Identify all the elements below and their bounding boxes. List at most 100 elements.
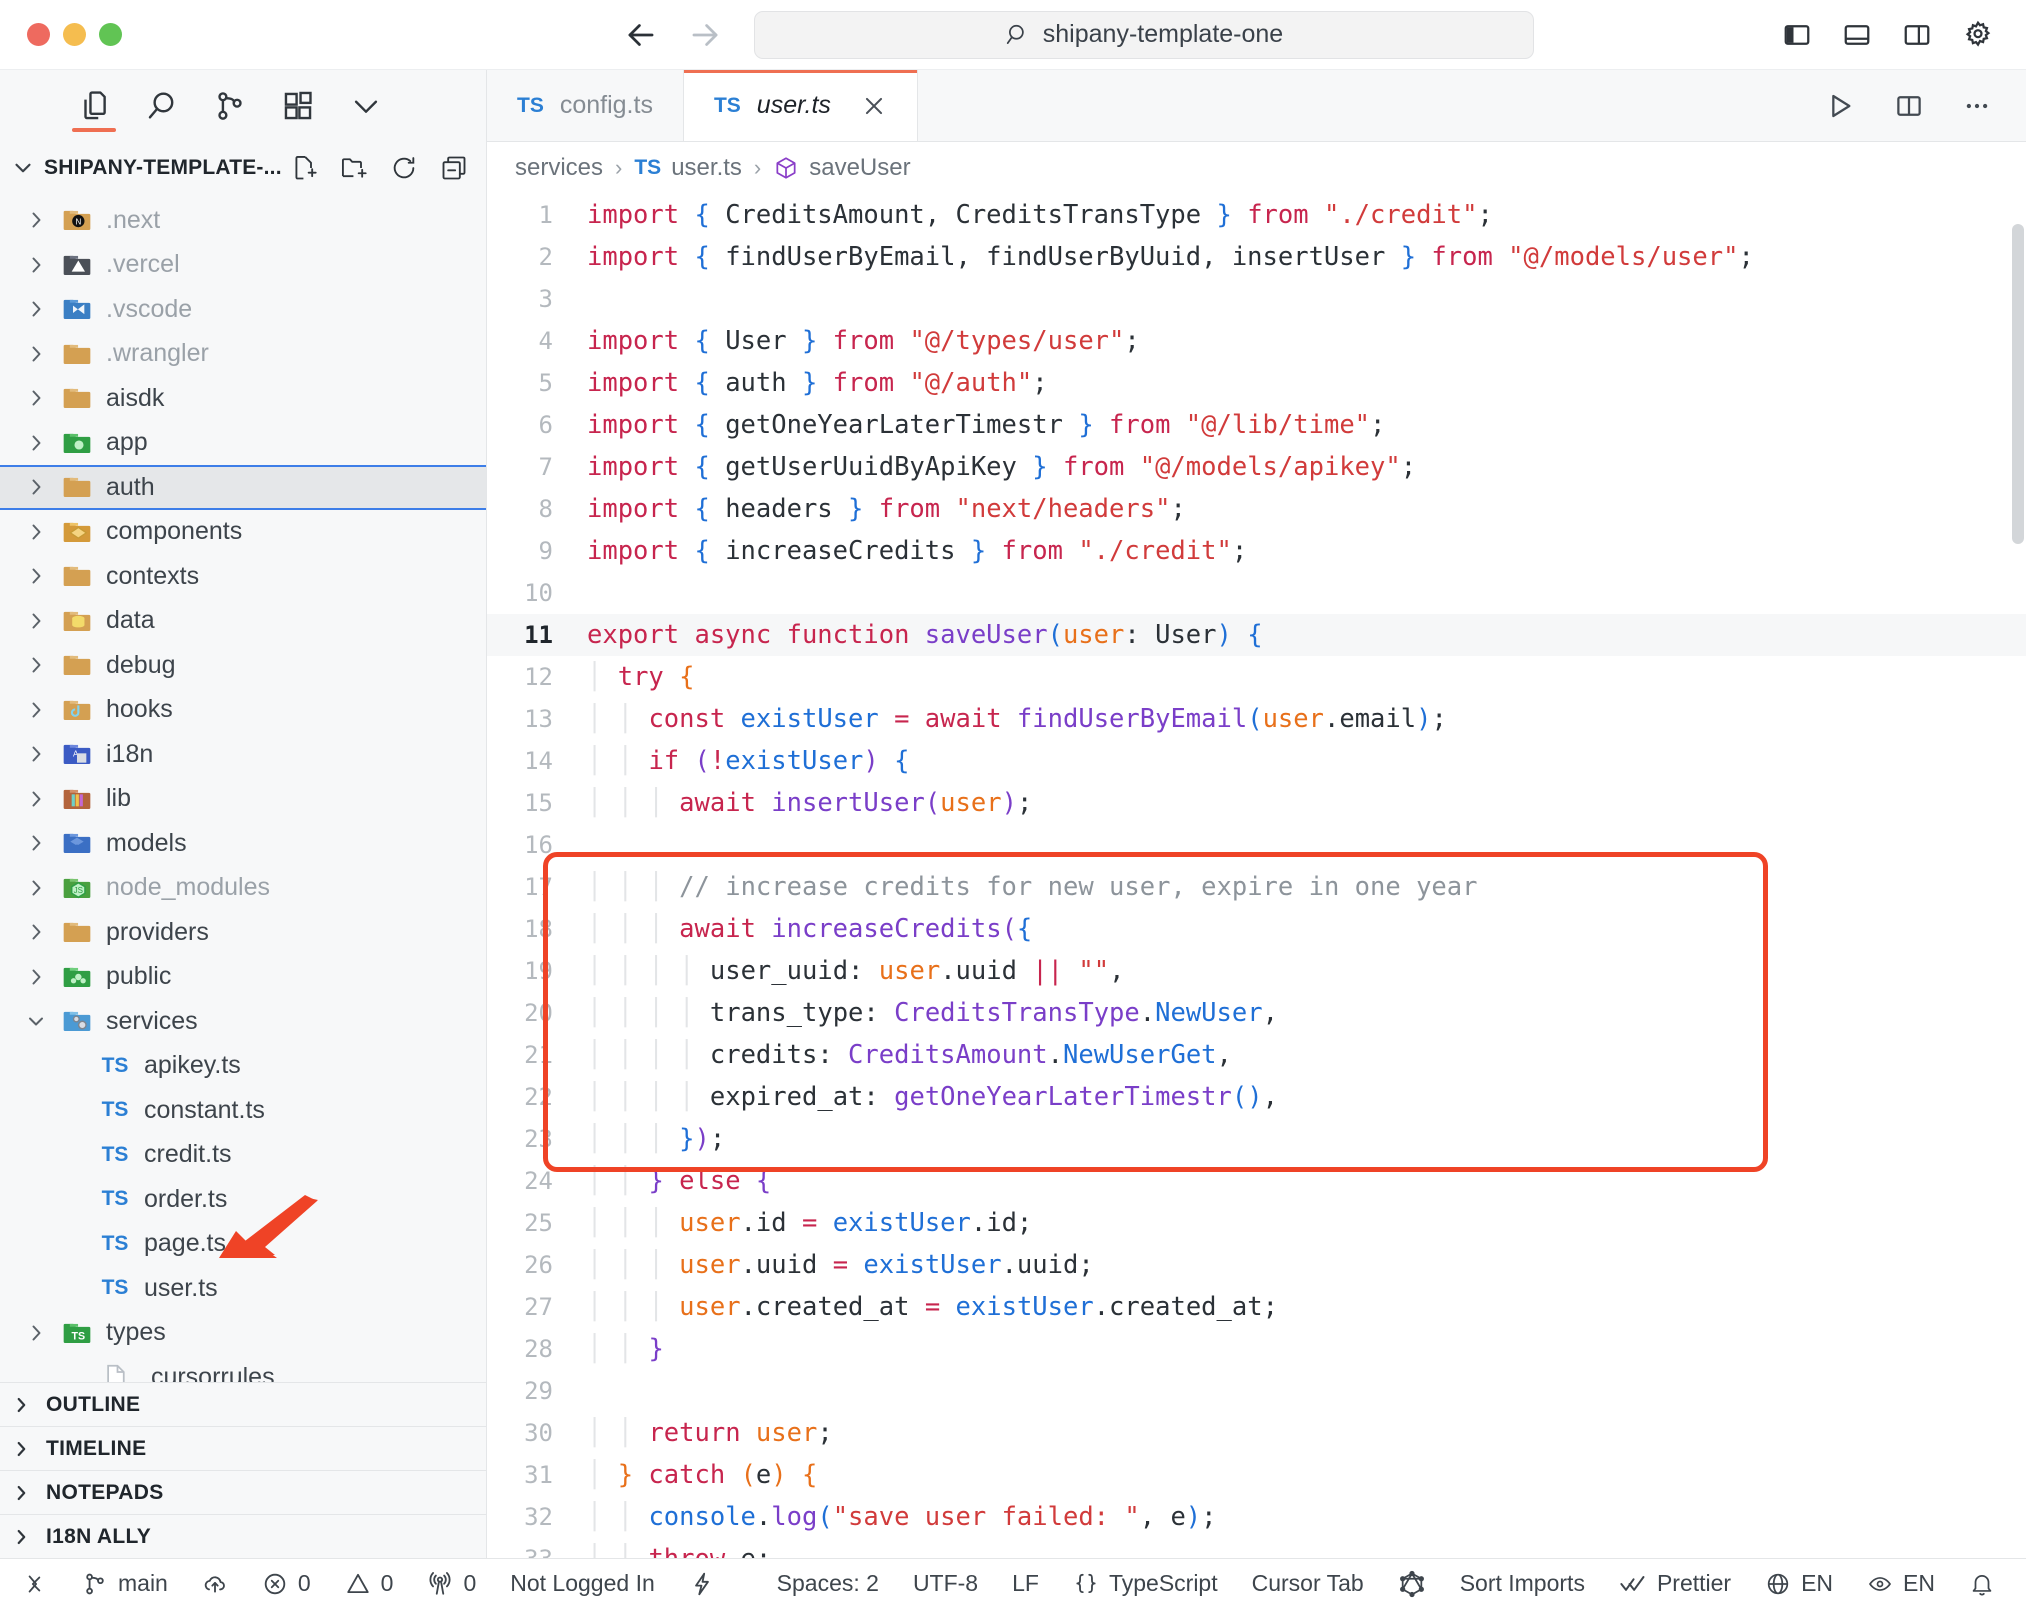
sidebar-panel-outline[interactable]: OUTLINE — [0, 1382, 486, 1426]
chevron-right-icon[interactable] — [18, 297, 54, 321]
chevron-right-icon[interactable] — [18, 342, 54, 366]
status-cursor-tab[interactable]: Cursor Tab — [1235, 1570, 1381, 1597]
code-line-28[interactable]: 28│ │ } — [487, 1328, 2026, 1370]
new-folder-icon[interactable] — [340, 154, 368, 182]
command-center[interactable]: shipany-template-one — [754, 11, 1534, 59]
chevron-down-icon[interactable] — [332, 70, 400, 142]
code-line-18[interactable]: 18│ │ │ await increaseCredits({ — [487, 908, 2026, 950]
code-line-20[interactable]: 20│ │ │ │ trans_type: CreditsTransType.N… — [487, 992, 2026, 1034]
code-line-25[interactable]: 25│ │ │ user.id = existUser.id; — [487, 1202, 2026, 1244]
code-line-12[interactable]: 12│ try { — [487, 656, 2026, 698]
tree-file-apikey-ts[interactable]: TSapikey.ts — [0, 1044, 486, 1089]
refresh-icon[interactable] — [390, 154, 418, 182]
tree-folder-i18n[interactable]: Ai18n — [0, 732, 486, 777]
search-icon[interactable] — [128, 70, 196, 142]
code-line-9[interactable]: 9import { increaseCredits } from "./cred… — [487, 530, 2026, 572]
tree-file--cursorrules[interactable]: .cursorrules — [0, 1355, 486, 1382]
tree-folder-models[interactable]: models — [0, 821, 486, 866]
chevron-right-icon[interactable] — [18, 520, 54, 544]
tree-folder-lib[interactable]: lib — [0, 777, 486, 822]
breadcrumb-item-user-ts[interactable]: TSuser.ts — [634, 154, 742, 182]
status-sync-changes[interactable] — [185, 1571, 245, 1597]
chevron-right-icon[interactable] — [18, 698, 54, 722]
code-line-26[interactable]: 26│ │ │ user.uuid = existUser.uuid; — [487, 1244, 2026, 1286]
tree-folder-hooks[interactable]: hooks — [0, 688, 486, 733]
settings-gear-icon[interactable] — [1962, 19, 1994, 51]
editor-tab-config-ts[interactable]: TSconfig.ts — [487, 70, 684, 141]
tree-folder-aisdk[interactable]: aisdk — [0, 376, 486, 421]
tree-folder--wrangler[interactable]: .wrangler — [0, 332, 486, 377]
code-line-16[interactable]: 16 — [487, 824, 2026, 866]
tree-file-order-ts[interactable]: TSorder.ts — [0, 1177, 486, 1222]
tree-file-page-ts[interactable]: TSpage.ts — [0, 1222, 486, 1267]
code-line-13[interactable]: 13│ │ const existUser = await findUserBy… — [487, 698, 2026, 740]
more-actions-icon[interactable] — [1962, 91, 1992, 121]
tree-folder-contexts[interactable]: contexts — [0, 554, 486, 599]
chevron-right-icon[interactable] — [18, 787, 54, 811]
code-line-33[interactable]: 33│ │ throw e; — [487, 1538, 2026, 1558]
status-problems-errors[interactable]: 0 — [245, 1570, 328, 1597]
code-editor[interactable]: 1import { CreditsAmount, CreditsTransTyp… — [487, 194, 2026, 1558]
maximize-window-button[interactable] — [99, 23, 122, 46]
code-line-15[interactable]: 15│ │ │ await insertUser(user); — [487, 782, 2026, 824]
code-line-24[interactable]: 24│ │ } else { — [487, 1160, 2026, 1202]
code-line-1[interactable]: 1import { CreditsAmount, CreditsTransTyp… — [487, 194, 2026, 236]
code-line-7[interactable]: 7import { getUserUuidByApiKey } from "@/… — [487, 446, 2026, 488]
chevron-down-icon[interactable] — [10, 155, 36, 181]
chevron-right-icon[interactable] — [18, 1321, 54, 1345]
tree-folder-providers[interactable]: providers — [0, 910, 486, 955]
toggle-secondary-sidebar-icon[interactable] — [1902, 20, 1932, 50]
chevron-down-icon[interactable] — [18, 1009, 54, 1033]
code-line-27[interactable]: 27│ │ │ user.created_at = existUser.crea… — [487, 1286, 2026, 1328]
tree-folder-types[interactable]: TStypes — [0, 1311, 486, 1356]
tree-file-credit-ts[interactable]: TScredit.ts — [0, 1133, 486, 1178]
code-line-19[interactable]: 19│ │ │ │ user_uuid: user.uuid || "", — [487, 950, 2026, 992]
status-sort-imports[interactable]: Sort Imports — [1443, 1570, 1602, 1597]
status-problems-warnings[interactable]: 0 — [328, 1570, 411, 1597]
status-language-mode[interactable]: TypeScript — [1056, 1570, 1235, 1597]
code-line-14[interactable]: 14│ │ if (!existUser) { — [487, 740, 2026, 782]
status-ports-forwarded[interactable]: 0 — [410, 1570, 493, 1597]
code-line-8[interactable]: 8import { headers } from "next/headers"; — [487, 488, 2026, 530]
tree-folder-node-modules[interactable]: JSnode_modules — [0, 866, 486, 911]
breadcrumb-item-services[interactable]: services — [515, 154, 603, 182]
tree-folder-debug[interactable]: debug — [0, 643, 486, 688]
code-line-21[interactable]: 21│ │ │ │ credits: CreditsAmount.NewUser… — [487, 1034, 2026, 1076]
split-editor-icon[interactable] — [1894, 91, 1924, 121]
code-line-10[interactable]: 10 — [487, 572, 2026, 614]
status-i18n-display[interactable]: EN — [1850, 1570, 1952, 1597]
status-branch-indicator[interactable]: main — [65, 1570, 185, 1597]
chevron-right-icon[interactable] — [18, 208, 54, 232]
tree-folder-auth[interactable]: auth — [0, 465, 486, 510]
source-control-icon[interactable] — [196, 70, 264, 142]
collapse-all-icon[interactable] — [440, 154, 468, 182]
tree-folder--vercel[interactable]: .vercel — [0, 243, 486, 288]
chevron-right-icon[interactable] — [18, 920, 54, 944]
sidebar-panel-i18n-ally[interactable]: I18N ALLY — [0, 1514, 486, 1558]
code-line-23[interactable]: 23│ │ │ }); — [487, 1118, 2026, 1160]
code-line-11[interactable]: 11export async function saveUser(user: U… — [487, 614, 2026, 656]
tree-folder--vscode[interactable]: .vscode — [0, 287, 486, 332]
status-i18n-locale[interactable]: EN — [1748, 1570, 1850, 1597]
code-line-22[interactable]: 22│ │ │ │ expired_at: getOneYearLaterTim… — [487, 1076, 2026, 1118]
minimize-window-button[interactable] — [63, 23, 86, 46]
status-lightning-indicator[interactable] — [672, 1571, 732, 1597]
code-line-29[interactable]: 29 — [487, 1370, 2026, 1412]
breadcrumb-item-saveuser[interactable]: saveUser — [773, 154, 910, 182]
code-line-3[interactable]: 3 — [487, 278, 2026, 320]
tree-file-constant-ts[interactable]: TSconstant.ts — [0, 1088, 486, 1133]
chevron-right-icon[interactable] — [18, 564, 54, 588]
status-notifications[interactable] — [1952, 1571, 2012, 1597]
tree-folder-services[interactable]: services — [0, 999, 486, 1044]
chevron-right-icon[interactable] — [18, 475, 54, 499]
back-arrow-icon[interactable] — [622, 16, 660, 54]
run-icon[interactable] — [1824, 90, 1856, 122]
status-encoding[interactable]: UTF-8 — [896, 1570, 995, 1597]
code-line-4[interactable]: 4import { User } from "@/types/user"; — [487, 320, 2026, 362]
toggle-primary-sidebar-icon[interactable] — [1782, 20, 1812, 50]
status-indentation[interactable]: Spaces: 2 — [760, 1570, 896, 1597]
sidebar-panel-notepads[interactable]: NOTEPADS — [0, 1470, 486, 1514]
chevron-right-icon[interactable] — [18, 742, 54, 766]
status-prettier[interactable]: Prettier — [1602, 1570, 1748, 1598]
status-eol[interactable]: LF — [995, 1570, 1056, 1597]
